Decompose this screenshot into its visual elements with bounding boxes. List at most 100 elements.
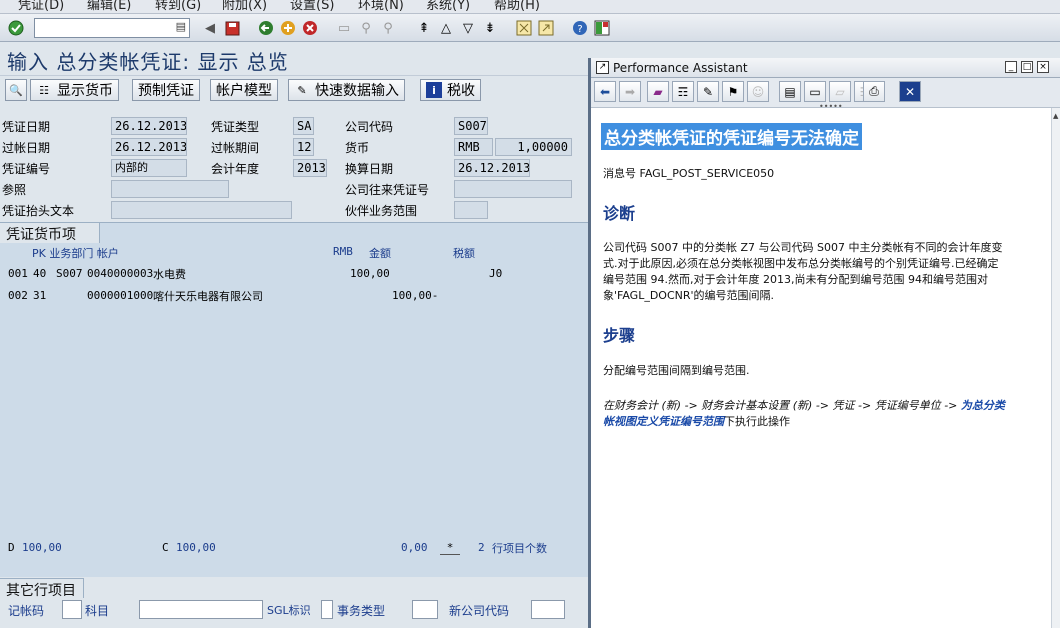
doc-number-label: 凭证编号 — [2, 162, 51, 176]
item-amount: 100,00 — [350, 267, 390, 280]
new-session-icon[interactable] — [514, 18, 534, 38]
exit-icon[interactable] — [278, 18, 298, 38]
doc-type-field[interactable]: SA — [293, 117, 314, 135]
pa-path-link[interactable]: 为总分类 — [961, 399, 1005, 412]
pa-technical-icon[interactable]: ⚑ — [722, 81, 744, 102]
shortcut-icon[interactable] — [536, 18, 556, 38]
detail-button[interactable]: 🔍 — [5, 79, 27, 101]
pa-forward-icon[interactable]: ➡ — [619, 81, 641, 102]
fast-entry-button[interactable]: ✎ 快速数据输入 — [288, 79, 405, 101]
prev-page-icon[interactable]: △ — [436, 18, 456, 38]
pa-diagnosis-line: 式.对于此原因,必须在总分类帐视图中发布总分类帐编号的个别凭证编号.已经确定 — [603, 257, 999, 270]
pa-close-icon[interactable]: ✕ — [899, 81, 921, 102]
reference-field[interactable] — [111, 180, 229, 198]
pa-edit-icon[interactable]: ✎ — [697, 81, 719, 102]
menu-environment[interactable]: 环境(N) — [358, 0, 404, 13]
menu-settings[interactable]: 设置(S) — [290, 0, 334, 13]
pa-toolbar: ⬅ ➡ ▰ ☶ ✎ ⚑ ☺ ▤ ▭ ▱ ☰ ⎙ ✕ ••••• — [591, 78, 1060, 111]
posting-date-field[interactable]: 26.12.2013 — [111, 138, 187, 156]
col-header-amount: 金额 — [369, 247, 391, 260]
pa-display-icon[interactable]: ▭ — [804, 81, 826, 102]
fiscal-year-field[interactable]: 2013 — [293, 159, 327, 177]
account-model-button[interactable]: 帐户模型 — [210, 79, 278, 101]
posting-key-label: 记帐码 — [8, 604, 45, 618]
menu-system[interactable]: 系统(Y) — [426, 0, 470, 13]
pa-book-icon[interactable]: ▰ — [647, 81, 669, 102]
doc-number-field[interactable]: 内部的 — [111, 159, 187, 177]
pa-structure-icon[interactable]: ☶ — [672, 81, 694, 102]
arrow-left-icon[interactable]: ◀ — [200, 18, 220, 38]
cross-cc-field[interactable] — [454, 180, 572, 198]
menu-document[interactable]: 凭证(D) — [18, 0, 64, 13]
pa-path-link[interactable]: 帐视图定义凭证编号范围 — [603, 415, 724, 428]
partner-ba-field[interactable] — [454, 201, 488, 219]
tax-button[interactable]: i 税收 — [420, 79, 481, 101]
menu-goto[interactable]: 转到(G) — [155, 0, 201, 13]
currency-field[interactable]: RMB — [454, 138, 493, 156]
new-company-code-input[interactable] — [531, 600, 565, 619]
sgl-label: SGL标识 — [267, 604, 311, 617]
menu-extras[interactable]: 附加(X) — [222, 0, 267, 13]
info-icon: i — [426, 82, 442, 98]
maximize-icon[interactable]: □ — [1021, 61, 1033, 73]
standard-toolbar: ▤ ◀ ▭ ⚲ ⚲ ⇞ △ ▽ ⇟ ? — [0, 14, 1060, 42]
print-icon[interactable]: ▭ — [334, 18, 354, 38]
tab-document-currency-items[interactable]: 凭证货币项 — [0, 223, 100, 243]
back-icon[interactable] — [256, 18, 276, 38]
scroll-up-icon[interactable]: ▲ — [1053, 112, 1058, 120]
menu-edit[interactable]: 编辑(E) — [87, 0, 131, 13]
pa-list-icon[interactable]: ▤ — [779, 81, 801, 102]
layout-menu-icon[interactable] — [592, 18, 612, 38]
cancel-icon[interactable] — [300, 18, 320, 38]
help-icon[interactable]: ? — [570, 18, 590, 38]
col-header-pk: PK 业务部门 帐户 — [32, 247, 119, 260]
transaction-type-input[interactable] — [412, 600, 438, 619]
doc-date-field[interactable]: 26.12.2013 — [111, 117, 187, 135]
pa-window-icon[interactable]: ▱ — [829, 81, 851, 102]
translation-date-field[interactable]: 26.12.2013 — [454, 159, 530, 177]
pa-back-icon[interactable]: ⬅ — [594, 81, 616, 102]
exchange-rate-field[interactable]: 1,00000 — [495, 138, 572, 156]
header-text-field[interactable] — [111, 201, 292, 219]
application-toolbar: 🔍 ☷ 显示货币 预制凭证 帐户模型 ✎ 快速数据输入 i 税收 — [0, 76, 588, 104]
posting-key-input[interactable] — [62, 600, 82, 619]
pa-print-icon[interactable]: ⎙ — [863, 81, 885, 102]
balance-value: 0,00 — [401, 541, 428, 554]
park-document-label: 预制凭证 — [138, 83, 194, 99]
debit-label: D — [8, 541, 15, 554]
minimize-icon[interactable]: _ — [1005, 61, 1017, 73]
pa-diagnosis-title: 诊断 — [603, 204, 636, 223]
company-code-label: 公司代码 — [345, 120, 394, 134]
account-input[interactable] — [139, 600, 263, 619]
show-currency-button[interactable]: ☷ 显示货币 — [30, 79, 119, 101]
command-field[interactable]: ▤ — [34, 18, 190, 38]
performance-assistant-window: ↗ Performance Assistant _ □ × ⬅ ➡ ▰ ☶ ✎ … — [588, 58, 1060, 628]
pa-users-icon[interactable]: ☺ — [747, 81, 769, 102]
first-page-icon[interactable]: ⇞ — [414, 18, 434, 38]
company-code-field[interactable]: S007 — [454, 117, 488, 135]
menu-help[interactable]: 帮助(H) — [494, 0, 540, 13]
period-field[interactable]: 12 — [293, 138, 314, 156]
page-title: 输入 总分类帐凭证: 显示 总览 — [7, 50, 289, 74]
line-items-section: 凭证货币项 PK 业务部门 帐户 RMB 金额 税额 001 40 S007 0… — [0, 222, 588, 577]
item-business-area: S007 — [56, 267, 83, 280]
dropdown-icon[interactable]: ▤ — [176, 20, 186, 33]
save-icon[interactable] — [222, 18, 242, 38]
period-label: 过帐期间 — [211, 141, 260, 155]
reference-label: 参照 — [2, 183, 27, 197]
doc-type-label: 凭证类型 — [211, 120, 260, 134]
last-page-icon[interactable]: ⇟ — [480, 18, 500, 38]
account-model-label: 帐户模型 — [216, 83, 272, 99]
tab-other-line-items[interactable]: 其它行项目 — [0, 578, 84, 599]
pa-procedure-text: 分配编号范围间隔到编号范围. — [603, 364, 750, 377]
pa-scrollbar[interactable]: ▲ — [1051, 108, 1060, 628]
close-icon[interactable]: × — [1037, 61, 1049, 73]
item-account: 0040000003 — [87, 267, 154, 280]
next-page-icon[interactable]: ▽ — [458, 18, 478, 38]
find-next-icon[interactable]: ⚲ — [378, 18, 398, 38]
check-icon[interactable] — [6, 18, 26, 38]
park-document-button[interactable]: 预制凭证 — [132, 79, 200, 101]
sgl-input[interactable] — [321, 600, 333, 619]
find-icon[interactable]: ⚲ — [356, 18, 376, 38]
transaction-type-label: 事务类型 — [337, 604, 386, 618]
